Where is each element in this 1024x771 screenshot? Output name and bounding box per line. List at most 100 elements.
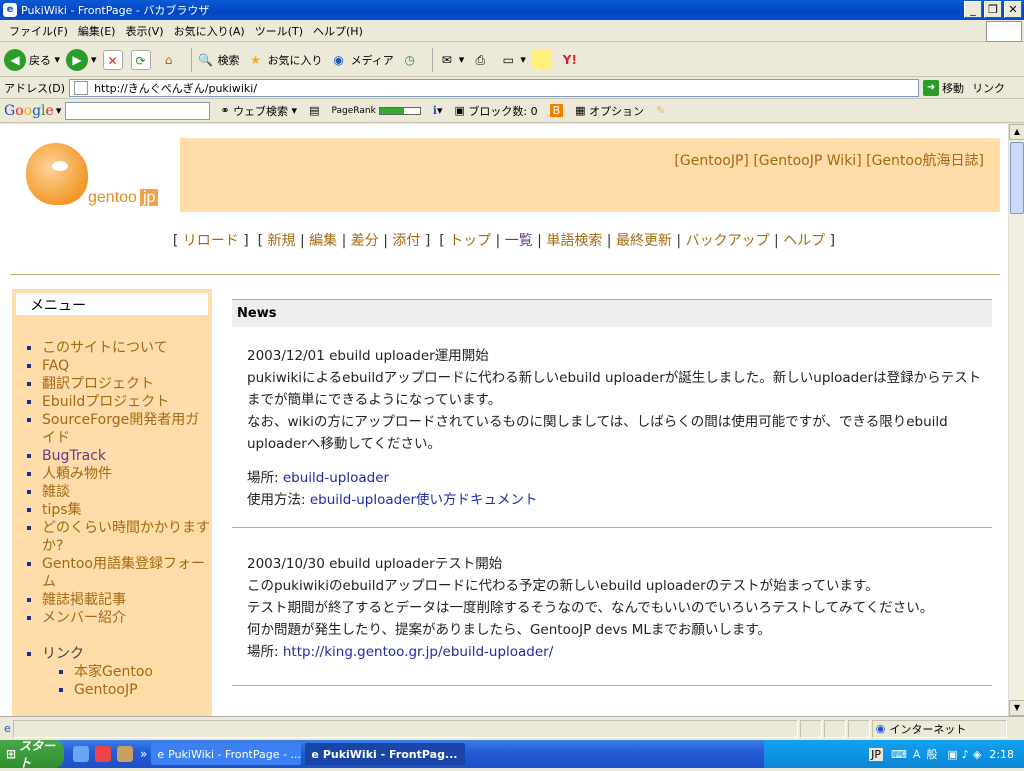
menu-edit[interactable]: 編集(E) [73,23,121,39]
sidebar-item-translation[interactable]: 翻訳プロジェクト [42,375,212,393]
ime-indicator[interactable]: JP [869,747,883,761]
nav-reload[interactable]: リロード [183,233,239,249]
close-button[interactable]: ✕ [1004,1,1022,18]
status-cell [847,719,870,738]
refresh-button[interactable]: ⟳ [130,49,153,70]
app2-quicklaunch-icon[interactable] [117,746,133,762]
network-icon[interactable]: ▣ [947,748,957,761]
google-logo[interactable]: Google [4,103,54,119]
messenger-button[interactable]: Y! [560,50,582,70]
news-button[interactable]: ▤ [309,104,319,117]
options-button[interactable]: ▦ オプション [575,103,644,119]
start-button[interactable]: ⊞ スタート [0,739,64,770]
web-search-button[interactable]: ⚭ ウェブ検索 ▾ [220,103,297,119]
wiki-navigation: [ リロード ] [ 新規 | 編集 | 差分 | 添付 ] [ トップ | 一… [172,233,836,249]
favorites-button[interactable]: ★ お気に入り [246,50,322,70]
ebuild-uploader-link[interactable]: ebuild-uploader [283,470,389,486]
nav-recent[interactable]: 最終更新 [616,233,672,249]
menu-view[interactable]: 表示(V) [120,23,168,39]
ime-mode-label[interactable]: 般 [926,746,937,762]
sidebar-item-chat[interactable]: 雑談 [42,483,212,501]
note-button[interactable] [531,49,554,70]
sidebar-item-time[interactable]: どのくらい時間かかりますか? [42,519,212,555]
forward-button[interactable]: ▶ ▾ [66,48,97,71]
clock[interactable]: 2:18 [989,748,1014,761]
nav-backup[interactable]: バックアップ [686,233,770,249]
news-separator [232,685,992,686]
nav-top[interactable]: トップ [449,233,491,249]
sidebar-item-requests[interactable]: 人頼み物件 [42,465,212,483]
usage-doc-link[interactable]: ebuild-uploader使い方ドキュメント [310,492,538,508]
link-gentoojp[interactable]: [GentooJP] [674,153,748,169]
sidebar-item-members[interactable]: メンバー紹介 [42,609,212,627]
sidebar-item-tips[interactable]: tips集 [42,501,212,519]
maximize-button[interactable]: ❐ [984,1,1002,18]
search-button[interactable]: 🔍 検索 [196,50,239,70]
options-icon: ▦ [575,104,586,117]
nav-list[interactable]: 一覧 [505,233,533,249]
links-button[interactable]: リンク [972,80,1005,96]
security-icon[interactable]: ◈ [973,748,981,761]
king-uploader-link[interactable]: http://king.gentoo.gr.jp/ebuild-uploader… [283,644,553,660]
history-button[interactable]: ◷ [400,50,422,70]
sidebar-link-gentoo[interactable]: 本家Gentoo [74,663,212,681]
app-quicklaunch-icon[interactable] [95,746,111,762]
home-button[interactable]: ⌂ [159,50,181,70]
google-toolbar: Google ▾ ⚭ ウェブ検索 ▾ ▤ PageRank ℹ ▾ ▣ ブロック数:… [0,99,1024,123]
taskbar-button-pukiwiki-2[interactable]: e PukiWiki - FrontPag... [305,743,466,765]
stop-button[interactable]: ✕ [102,49,125,70]
blogger-button[interactable]: B [549,104,564,117]
nav-new[interactable]: 新規 [268,233,296,249]
nav-search[interactable]: 単語検索 [546,233,602,249]
sidebar-item-sourceforge[interactable]: SourceForge開発者用ガイド [42,411,212,447]
nav-help[interactable]: ヘルプ [783,233,825,249]
link-gentoo-log[interactable]: [Gentoo航海日誌] [866,153,984,169]
sidebar-item-glossary[interactable]: Gentoo用語集登録フォーム [42,555,212,591]
google-search-input[interactable] [65,101,211,120]
scroll-up-button[interactable]: ▲ [1009,124,1024,140]
sidebar-item-magazine[interactable]: 雑誌掲載記事 [42,591,212,609]
back-button[interactable]: ◀ 戻る ▾ [4,48,60,71]
popup-blocker[interactable]: ▣ ブロック数: 0 [455,103,538,119]
popup-blocker-icon: ▣ [454,104,465,117]
minimize-button[interactable]: _ [964,1,982,18]
sidebar-item-bugtrack[interactable]: BugTrack [42,447,212,465]
back-label: 戻る [29,53,51,67]
status-cell [823,719,846,738]
vertical-scrollbar[interactable]: ▲ ▼ [1008,124,1024,716]
gentoo-logo[interactable]: gentoo jp [22,141,172,211]
scroll-thumb[interactable] [1010,142,1024,214]
print-button[interactable]: ⎙ [470,50,492,70]
sidebar-item-about[interactable]: このサイトについて [42,339,212,357]
menu-favorites[interactable]: お気に入り(A) [169,23,250,39]
page-icon [74,80,89,95]
volume-icon[interactable]: ♪ [962,748,969,761]
link-gentoojp-wiki[interactable]: [GentooJP Wiki] [753,153,861,169]
edit-button[interactable]: ▭ ▾ [498,50,526,70]
sidebar-item-ebuild[interactable]: Ebuildプロジェクト [42,393,212,411]
highlighter-icon: ✎ [656,104,666,117]
taskbar-button-pukiwiki-1[interactable]: e PukiWiki - FrontPage - ... [151,743,302,765]
nav-diff[interactable]: 差分 [351,233,379,249]
sidebar-item-faq[interactable]: FAQ [42,357,212,375]
web-search-label: ウェブ検索 [233,104,289,118]
address-input[interactable]: http://きんぐぺんぎん/pukiwiki/ [69,78,920,97]
ime-mode-icon[interactable]: A [913,748,921,761]
go-button[interactable]: ➜ 移動 [923,79,964,96]
mail-button[interactable]: ✉ ▾ [437,50,465,70]
info-button[interactable]: ℹ ▾ [433,104,443,117]
highlight-button[interactable]: ✎ [656,104,665,117]
keyboard-icon[interactable]: ⌨ [891,748,907,761]
browser-icon: e [3,3,17,17]
ie-quicklaunch-icon[interactable] [73,746,89,762]
zone-label: インターネット [889,722,967,736]
quicklaunch-chevron-icon[interactable]: » [140,747,147,761]
menu-tools[interactable]: ツール(T) [250,23,308,39]
scroll-down-button[interactable]: ▼ [1009,700,1024,716]
media-button[interactable]: ◉ メディア [329,50,393,70]
nav-attach[interactable]: 添付 [392,233,420,249]
menu-file[interactable]: ファイル(F) [4,23,73,39]
nav-edit[interactable]: 編集 [309,233,337,249]
sidebar-link-gentoojp[interactable]: GentooJP [74,681,212,699]
menu-help[interactable]: ヘルプ(H) [308,23,368,39]
